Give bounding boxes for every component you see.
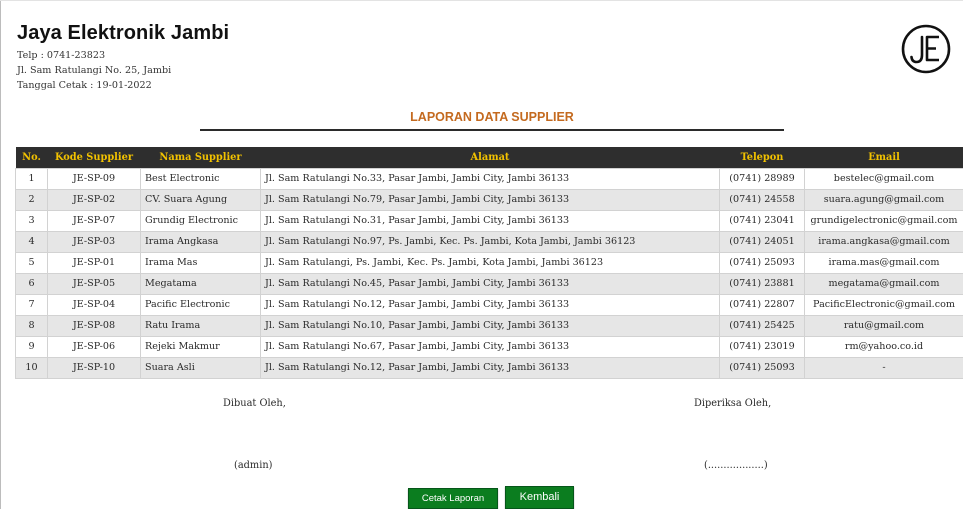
table-row: 4 JE-SP-03 Irama Angkasa Jl. Sam Ratulan… xyxy=(15,230,963,253)
cell-email: suara.agung@gmail.com xyxy=(804,188,963,211)
print-date: Tanggal Cetak : 19-01-2022 xyxy=(17,80,152,91)
cell-telepon: (0741) 23041 xyxy=(719,209,805,232)
checked-by-label: Diperiksa Oleh, xyxy=(694,398,772,409)
column-header-nama-supplier: Nama Supplier xyxy=(140,147,261,168)
company-phone: Telp : 0741-23823 xyxy=(17,50,106,61)
cell-kode-supplier: JE-SP-04 xyxy=(47,293,141,316)
cell-telepon: (0741) 28989 xyxy=(719,167,805,190)
column-header-no: No. xyxy=(15,147,48,168)
cell-alamat: Jl. Sam Ratulangi No.97, Ps. Jambi, Kec.… xyxy=(260,230,720,253)
cell-nama-supplier: Megatama xyxy=(140,272,261,295)
made-by-name: (admin) xyxy=(234,460,273,471)
cell-alamat: Jl. Sam Ratulangi No.12, Pasar Jambi, Ja… xyxy=(260,356,720,379)
cell-telepon: (0741) 23019 xyxy=(719,335,805,358)
table-row: 9 JE-SP-06 Rejeki Makmur Jl. Sam Ratulan… xyxy=(15,335,963,358)
cell-email: irama.angkasa@gmail.com xyxy=(804,230,963,253)
table-row: 7 JE-SP-04 Pacific Electronic Jl. Sam Ra… xyxy=(15,293,963,316)
cell-telepon: (0741) 23881 xyxy=(719,272,805,295)
cell-alamat: Jl. Sam Ratulangi No.10, Pasar Jambi, Ja… xyxy=(260,314,720,337)
cell-telepon: (0741) 24558 xyxy=(719,188,805,211)
cell-no: 7 xyxy=(15,293,48,316)
cell-alamat: Jl. Sam Ratulangi No.45, Pasar Jambi, Ja… xyxy=(260,272,720,295)
cell-telepon: (0741) 25425 xyxy=(719,314,805,337)
cell-no: 6 xyxy=(15,272,48,295)
cell-nama-supplier: Rejeki Makmur xyxy=(140,335,261,358)
je-logo-icon xyxy=(901,24,951,74)
table-row: 3 JE-SP-07 Grundig Electronic Jl. Sam Ra… xyxy=(15,209,963,232)
cell-no: 8 xyxy=(15,314,48,337)
page-border-left xyxy=(0,0,1,509)
cell-telepon: (0741) 24051 xyxy=(719,230,805,253)
cell-no: 4 xyxy=(15,230,48,253)
cell-no: 1 xyxy=(15,167,48,190)
cell-alamat: Jl. Sam Ratulangi No.67, Pasar Jambi, Ja… xyxy=(260,335,720,358)
supplier-table: No. Kode Supplier Nama Supplier Alamat T… xyxy=(15,147,963,379)
cell-email: grundigelectronic@gmail.com xyxy=(804,209,963,232)
cell-alamat: Jl. Sam Ratulangi No.33, Pasar Jambi, Ja… xyxy=(260,167,720,190)
table-header-row: No. Kode Supplier Nama Supplier Alamat T… xyxy=(15,147,963,168)
cell-nama-supplier: Grundig Electronic xyxy=(140,209,261,232)
cell-kode-supplier: JE-SP-07 xyxy=(47,209,141,232)
cell-kode-supplier: JE-SP-03 xyxy=(47,230,141,253)
cell-email: ratu@gmail.com xyxy=(804,314,963,337)
cell-no: 5 xyxy=(15,251,48,274)
cell-email: bestelec@gmail.com xyxy=(804,167,963,190)
cell-no: 9 xyxy=(15,335,48,358)
cell-kode-supplier: JE-SP-09 xyxy=(47,167,141,190)
cell-alamat: Jl. Sam Ratulangi No.79, Pasar Jambi, Ja… xyxy=(260,188,720,211)
cell-nama-supplier: CV. Suara Agung xyxy=(140,188,261,211)
cell-email: PacificElectronic@gmail.com xyxy=(804,293,963,316)
cell-kode-supplier: JE-SP-01 xyxy=(47,251,141,274)
cell-nama-supplier: Ratu Irama xyxy=(140,314,261,337)
cell-no: 10 xyxy=(15,356,48,379)
checked-by-name: (..................) xyxy=(704,460,768,471)
cell-email: - xyxy=(804,356,963,379)
cell-email: megatama@gmail.com xyxy=(804,272,963,295)
cell-kode-supplier: JE-SP-05 xyxy=(47,272,141,295)
cell-alamat: Jl. Sam Ratulangi No.31, Pasar Jambi, Ja… xyxy=(260,209,720,232)
table-row: 8 JE-SP-08 Ratu Irama Jl. Sam Ratulangi … xyxy=(15,314,963,337)
table-row: 6 JE-SP-05 Megatama Jl. Sam Ratulangi No… xyxy=(15,272,963,295)
page-border-top xyxy=(0,0,963,1)
cell-alamat: Jl. Sam Ratulangi, Ps. Jambi, Kec. Ps. J… xyxy=(260,251,720,274)
table-row: 1 JE-SP-09 Best Electronic Jl. Sam Ratul… xyxy=(15,167,963,190)
cell-nama-supplier: Irama Angkasa xyxy=(140,230,261,253)
cell-nama-supplier: Pacific Electronic xyxy=(140,293,261,316)
column-header-email: Email xyxy=(804,147,963,168)
company-address: Jl. Sam Ratulangi No. 25, Jambi xyxy=(17,65,172,76)
back-button[interactable]: Kembali xyxy=(505,486,574,509)
cell-nama-supplier: Irama Mas xyxy=(140,251,261,274)
table-row: 5 JE-SP-01 Irama Mas Jl. Sam Ratulangi, … xyxy=(15,251,963,274)
print-report-button[interactable]: Cetak Laporan xyxy=(408,488,498,509)
cell-kode-supplier: JE-SP-06 xyxy=(47,335,141,358)
cell-telepon: (0741) 25093 xyxy=(719,356,805,379)
cell-email: rm@yahoo.co.id xyxy=(804,335,963,358)
report-title: LAPORAN DATA SUPPLIER xyxy=(410,110,574,124)
company-name: Jaya Elektronik Jambi xyxy=(17,22,230,44)
cell-alamat: Jl. Sam Ratulangi No.12, Pasar Jambi, Ja… xyxy=(260,293,720,316)
cell-kode-supplier: JE-SP-10 xyxy=(47,356,141,379)
cell-nama-supplier: Best Electronic xyxy=(140,167,261,190)
column-header-telepon: Telepon xyxy=(719,147,805,168)
table-row: 10 JE-SP-10 Suara Asli Jl. Sam Ratulangi… xyxy=(15,356,963,379)
cell-no: 2 xyxy=(15,188,48,211)
cell-no: 3 xyxy=(15,209,48,232)
cell-telepon: (0741) 25093 xyxy=(719,251,805,274)
column-header-alamat: Alamat xyxy=(260,147,720,168)
cell-kode-supplier: JE-SP-08 xyxy=(47,314,141,337)
cell-nama-supplier: Suara Asli xyxy=(140,356,261,379)
column-header-kode-supplier: Kode Supplier xyxy=(47,147,141,168)
title-divider xyxy=(200,129,784,131)
table-row: 2 JE-SP-02 CV. Suara Agung Jl. Sam Ratul… xyxy=(15,188,963,211)
cell-kode-supplier: JE-SP-02 xyxy=(47,188,141,211)
cell-telepon: (0741) 22807 xyxy=(719,293,805,316)
cell-email: irama.mas@gmail.com xyxy=(804,251,963,274)
made-by-label: Dibuat Oleh, xyxy=(223,398,286,409)
